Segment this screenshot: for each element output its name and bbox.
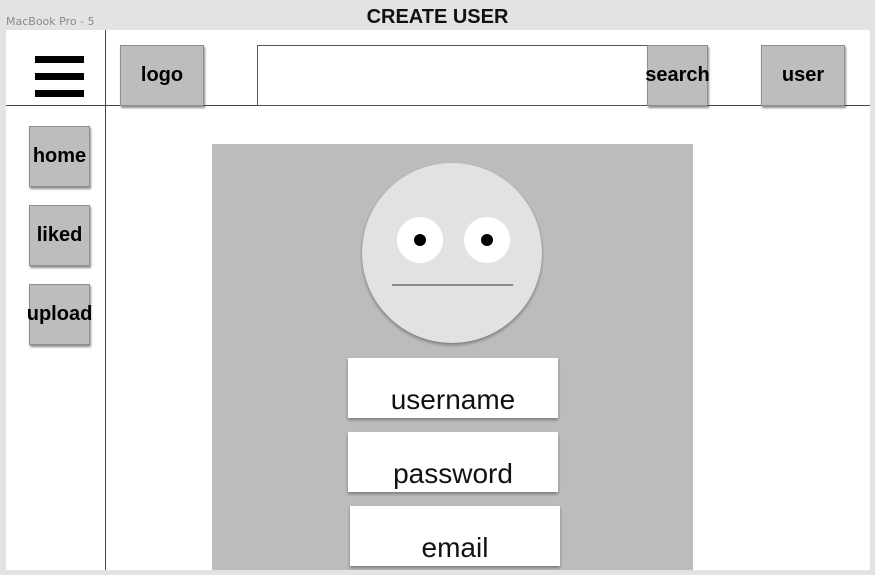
search-button[interactable]: search <box>645 45 710 106</box>
sidebar-divider <box>105 30 106 570</box>
sidebar-item-liked[interactable]: liked <box>29 205 90 266</box>
page-title: CREATE USER <box>366 6 509 28</box>
right-eye <box>464 217 510 263</box>
password-field[interactable]: password <box>348 432 558 492</box>
mouth <box>392 284 513 286</box>
search-input[interactable] <box>257 45 648 106</box>
email-field[interactable]: email <box>350 506 560 566</box>
sidebar-item-home[interactable]: home <box>29 126 90 187</box>
username-field[interactable]: username <box>348 358 558 418</box>
neutral-face-icon[interactable] <box>362 163 542 343</box>
create-user-panel: username password email <box>212 144 693 570</box>
sidebar-item-upload[interactable]: upload <box>27 284 92 345</box>
logo-button[interactable]: logo <box>120 45 204 106</box>
left-eye <box>397 217 443 263</box>
hamburger-menu-icon[interactable] <box>35 56 84 97</box>
user-button[interactable]: user <box>761 45 845 106</box>
artboard: logo search user home liked upload usern… <box>6 30 870 570</box>
